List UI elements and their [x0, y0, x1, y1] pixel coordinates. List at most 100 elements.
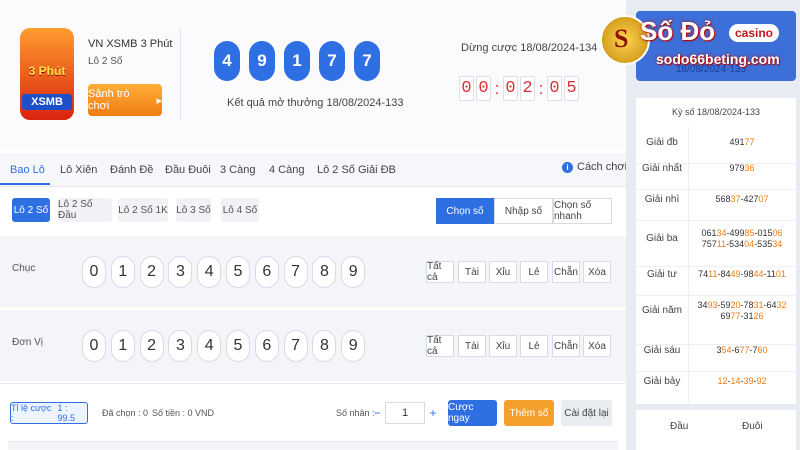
quick-select-button[interactable]: Lẻ	[520, 335, 548, 357]
game-subtitle: Lô 2 Số	[88, 56, 123, 67]
tab-0[interactable]: Bao Lô	[10, 153, 45, 187]
row-label: Đơn Vị	[12, 337, 44, 348]
subtab-0[interactable]: Lô 2 Số	[12, 198, 50, 222]
close-time-text: Dừng cược 18/08/2024-134	[461, 42, 598, 54]
lobby-button-label: Sảnh trò chơi	[88, 88, 130, 112]
timer-digit: 0	[476, 76, 491, 101]
prize-label: Giải bảy	[643, 376, 681, 387]
number-ball[interactable]: 5	[226, 330, 250, 362]
tab-4[interactable]: 3 Càng	[220, 153, 255, 187]
table-divider	[688, 126, 689, 404]
rules-link[interactable]: i Cách chơi	[562, 161, 627, 173]
prize-value: 97936	[729, 163, 755, 173]
number-ball[interactable]: 4	[197, 330, 222, 362]
number-ball[interactable]: 2	[139, 256, 164, 288]
prize-value: 3493-5920-7831-6432 6977-3126	[697, 300, 787, 321]
add-number-button[interactable]: Thêm số	[504, 400, 554, 426]
quick-select-button[interactable]: Lẻ	[520, 261, 548, 283]
prize-value: 49177	[729, 137, 755, 147]
timer-digit: 0	[503, 76, 518, 101]
quick-select-button[interactable]: Tài	[458, 261, 486, 283]
bet-now-button[interactable]: Cược ngay	[448, 400, 497, 426]
timer-digit: 0	[547, 76, 562, 101]
result-ball: 7	[354, 41, 380, 81]
number-ball[interactable]: 7	[283, 256, 308, 288]
quick-select-button[interactable]: Xỉu	[489, 335, 517, 357]
quick-select-button[interactable]: Tất cả	[426, 335, 454, 357]
minus-button[interactable]: −	[369, 406, 385, 420]
number-ball[interactable]: 9	[341, 330, 366, 362]
number-ball[interactable]: 3	[168, 330, 193, 362]
number-ball[interactable]: 1	[110, 330, 135, 362]
result-ball: 7	[319, 41, 345, 81]
brand-url: sodo66beting.com	[656, 51, 780, 67]
number-ball[interactable]: 0	[82, 330, 106, 362]
rules-link-label: Cách chơi	[577, 161, 628, 173]
number-ball[interactable]: 6	[254, 330, 279, 362]
number-ball[interactable]: 4	[197, 256, 222, 288]
plus-button[interactable]: +	[425, 406, 441, 420]
quick-select-button[interactable]: Tất cả	[426, 261, 454, 283]
timer-colon: :	[494, 78, 500, 98]
number-ball[interactable]: 3	[168, 256, 193, 288]
prize-label: Giải sáu	[643, 345, 681, 356]
number-ball[interactable]: 6	[254, 256, 279, 288]
tab-2[interactable]: Đánh Đề	[110, 153, 153, 187]
odds-ratio: Tỉ lệ cược : 1 : 99.5	[10, 402, 88, 424]
result-text: Kết quả mở thưởng 18/08/2024-133	[227, 97, 404, 109]
quick-select-button[interactable]: Xỉu	[489, 261, 517, 283]
number-ball[interactable]: 7	[283, 330, 308, 362]
number-ball[interactable]: 2	[139, 330, 164, 362]
row-divider	[636, 266, 796, 267]
subtab-3[interactable]: Lô 3 Số	[176, 198, 211, 222]
brand-casino-badge: casino	[729, 24, 779, 42]
brand-watermark: S Số Đỏ casino sodo66beting.com	[596, 13, 792, 71]
prize-label: Giải nhì	[644, 194, 680, 205]
reset-button[interactable]: Cài đặt lại	[561, 400, 612, 426]
quick-select-button[interactable]: Chẵn	[552, 335, 580, 357]
prize-label: Giải đb	[646, 137, 678, 148]
tab-6[interactable]: Lô 2 Số Giải ĐB	[317, 153, 396, 187]
odds-ratio-value: 1 : 99.5	[57, 403, 76, 423]
row-divider	[636, 371, 796, 372]
quick-select-button[interactable]: Xóa	[583, 261, 611, 283]
number-ball[interactable]: 0	[82, 256, 106, 288]
multiplier-input[interactable]: 1	[385, 402, 425, 424]
number-ball[interactable]: 1	[110, 256, 135, 288]
mode-1[interactable]: Nhập số	[494, 198, 553, 224]
tab-1[interactable]: Lô Xiên	[60, 153, 97, 187]
game-logo: 3 Phút XSMB	[20, 28, 74, 120]
logo-line2: XSMB	[22, 94, 72, 110]
subtab-4[interactable]: Lô 4 Số	[221, 198, 259, 222]
number-ball[interactable]: 5	[226, 256, 250, 288]
subtab-2[interactable]: Lô 2 Số 1K	[118, 198, 168, 222]
tab-5[interactable]: 4 Càng	[269, 153, 304, 187]
quick-select-button[interactable]: Tài	[458, 335, 486, 357]
timer-colon: :	[538, 78, 544, 98]
timer-digit: 0	[459, 76, 474, 101]
lobby-button[interactable]: Sảnh trò chơi ▸	[88, 84, 162, 116]
mode-0[interactable]: Chọn số	[436, 198, 494, 224]
game-tabs: Bao Lô Lô Xiên Đánh Đề Đầu Đuôi 3 Càng 4 Càng…	[0, 153, 626, 187]
logo-line1: 3 Phút	[28, 64, 66, 78]
subtab-1[interactable]: Lô 2 Số Đầu	[58, 198, 112, 222]
quick-select-button[interactable]: Xóa	[583, 335, 611, 357]
number-ball[interactable]: 9	[341, 256, 366, 288]
active-tab-underline	[0, 183, 50, 185]
divider	[180, 28, 181, 120]
bottom-strip	[8, 441, 618, 450]
info-icon: i	[562, 161, 573, 173]
number-ball[interactable]: 8	[312, 330, 337, 362]
brand-name: Số Đỏ	[640, 16, 716, 46]
tab-3[interactable]: Đầu Đuôi	[165, 153, 211, 187]
prize-value: 7411-8449-9844-1101	[698, 269, 786, 279]
bet-amount: Số tiền : 0 VND	[152, 408, 215, 418]
number-ball[interactable]: 8	[312, 256, 337, 288]
mode-2[interactable]: Chọn số nhanh	[553, 198, 612, 224]
result-ball: 1	[284, 41, 310, 81]
multiplier-stepper: − 1 +	[369, 400, 441, 426]
prize-label: Giải nhất	[641, 163, 683, 174]
quick-select-button[interactable]: Chẵn	[552, 261, 580, 283]
row-divider	[636, 220, 796, 221]
result-ball: 4	[214, 41, 240, 81]
